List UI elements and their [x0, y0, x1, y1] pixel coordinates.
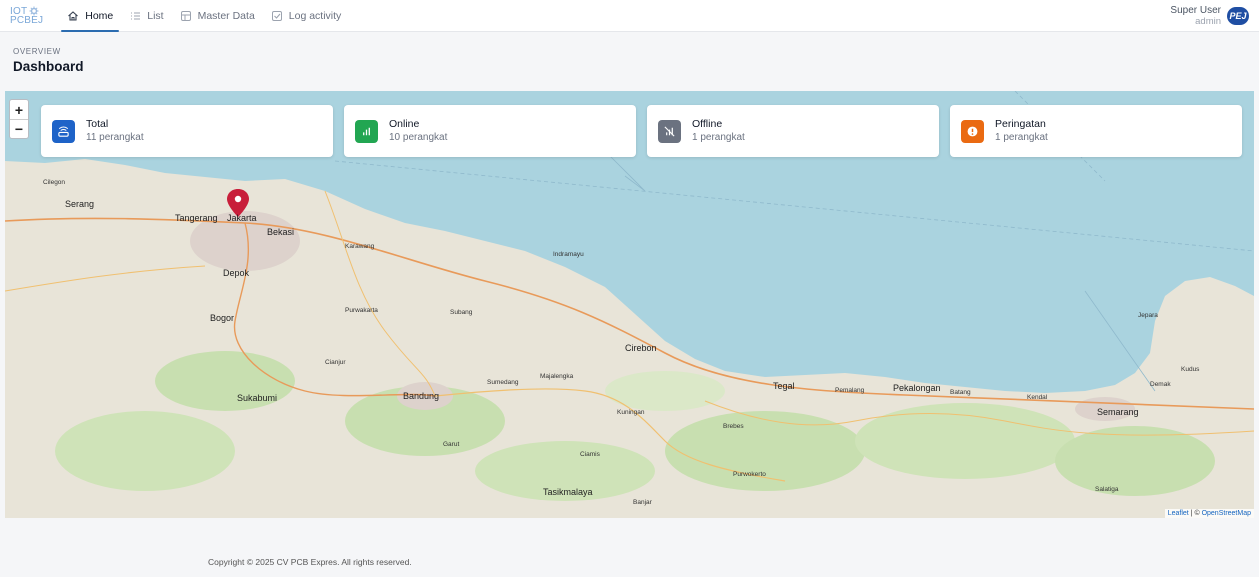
- user-role: admin: [1195, 15, 1221, 27]
- database-icon: [180, 10, 191, 21]
- card-value: 10 perangkat: [389, 132, 448, 143]
- copyright-text: Copyright © 2025 CV PCB Expres. All righ…: [208, 557, 412, 567]
- map-label: Indramayu: [553, 251, 584, 258]
- map-label: Bandung: [403, 391, 440, 401]
- map-label: Jepara: [1138, 312, 1158, 319]
- card-label: Online: [389, 118, 420, 130]
- map-label: Cianjur: [325, 359, 346, 366]
- map-label: Majalengka: [540, 373, 574, 380]
- zoom-out-button[interactable]: −: [10, 119, 28, 138]
- map-label: Banjar: [633, 499, 652, 506]
- leaflet-link[interactable]: Leaflet: [1168, 510, 1189, 517]
- map-label: Demak: [1150, 381, 1171, 388]
- stat-card-offline[interactable]: Offline 1 perangkat: [647, 105, 939, 157]
- user-name: Super User: [1170, 4, 1221, 16]
- nav-item-log-activity[interactable]: Log activity: [263, 0, 350, 32]
- map-label: Depok: [223, 268, 250, 278]
- nav-item-label: List: [147, 9, 164, 22]
- map-label: Subang: [450, 309, 473, 316]
- map-zoom-control: + −: [9, 99, 29, 139]
- zoom-in-button[interactable]: +: [10, 100, 28, 119]
- page-title: Dashboard: [13, 59, 84, 74]
- map-label: Purwokerto: [733, 471, 766, 478]
- nav-item-label: Master Data: [197, 9, 255, 22]
- list-icon: [131, 11, 141, 20]
- map-label: Tegal: [773, 381, 795, 391]
- map-label: Semarang: [1097, 407, 1139, 417]
- footer: [0, 518, 1259, 577]
- page-overline: OVERVIEW: [13, 47, 61, 56]
- map-label: Salatiga: [1095, 486, 1119, 493]
- map-label: Tasikmalaya: [543, 487, 593, 497]
- map-label: Garut: [443, 441, 460, 448]
- map-label: Sumedang: [487, 379, 519, 386]
- card-value: 11 perangkat: [86, 132, 144, 143]
- no-signal-icon: [664, 125, 675, 137]
- card-icon-box: [658, 119, 681, 143]
- nav-item-label: Log activity: [288, 9, 342, 22]
- map-label: Ciamis: [580, 451, 600, 458]
- main-nav: Home List Master Data Log activity: [59, 0, 349, 32]
- map-label: Kendal: [1027, 394, 1048, 401]
- map-attribution: Leaflet | © OpenStreetMap: [1164, 509, 1254, 518]
- alert-icon: [967, 126, 978, 136]
- map-label: Karawang: [345, 243, 375, 250]
- card-icon-box: [961, 119, 984, 143]
- osm-link[interactable]: OpenStreetMap: [1202, 510, 1251, 517]
- nav-item-master-data[interactable]: Master Data: [172, 0, 263, 32]
- map-label: Bekasi: [267, 227, 295, 237]
- map-label: Pemalang: [835, 387, 865, 394]
- map-label: Cirebon: [625, 343, 657, 353]
- app-logo[interactable]: IOT PCBEJ: [10, 6, 44, 26]
- card-icon-box: [52, 119, 75, 143]
- user-menu[interactable]: Super User admin PEJ: [1170, 5, 1249, 27]
- map-label: Serang: [65, 199, 95, 209]
- card-icon-box: [355, 119, 378, 143]
- card-label: Total: [86, 118, 109, 130]
- logo-text-line2: PCBEJ: [10, 15, 44, 26]
- map-label: Jakarta: [227, 213, 257, 223]
- nav-item-home[interactable]: Home: [59, 0, 121, 32]
- map-label: Cilegon: [43, 179, 66, 186]
- map-label: Brebes: [723, 423, 744, 430]
- map-label: Tangerang: [175, 213, 218, 223]
- map-label: Batang: [950, 389, 971, 396]
- signal-icon: [363, 127, 370, 135]
- map-label: Pekalongan: [893, 383, 941, 393]
- nav-item-list[interactable]: List: [121, 0, 171, 32]
- card-value: 1 perangkat: [995, 132, 1048, 143]
- card-label: Offline: [692, 118, 723, 130]
- stat-card-online[interactable]: Online 10 perangkat: [344, 105, 636, 157]
- avatar[interactable]: PEJ: [1227, 6, 1249, 25]
- card-value: 1 perangkat: [692, 132, 745, 143]
- map-label: Bogor: [210, 313, 235, 323]
- card-label: Peringatan: [995, 118, 1046, 130]
- top-navbar: IOT PCBEJ Home List Master Data Log acti…: [0, 0, 1259, 32]
- map-label: Sukabumi: [237, 393, 278, 403]
- map-label: Purwakarta: [345, 307, 378, 314]
- attribution-separator: | ©: [1188, 510, 1202, 517]
- stat-card-warning[interactable]: Peringatan 1 perangkat: [950, 105, 1242, 157]
- map-label: Kudus: [1181, 366, 1200, 373]
- stat-card-total[interactable]: Total 11 perangkat: [41, 105, 333, 157]
- home-icon: [68, 10, 79, 21]
- nav-item-label: Home: [85, 9, 114, 22]
- checkbox-icon: [271, 10, 282, 21]
- router-icon: [58, 125, 69, 137]
- map-label: Kuningan: [617, 409, 645, 416]
- user-info: Super User admin: [1170, 5, 1221, 27]
